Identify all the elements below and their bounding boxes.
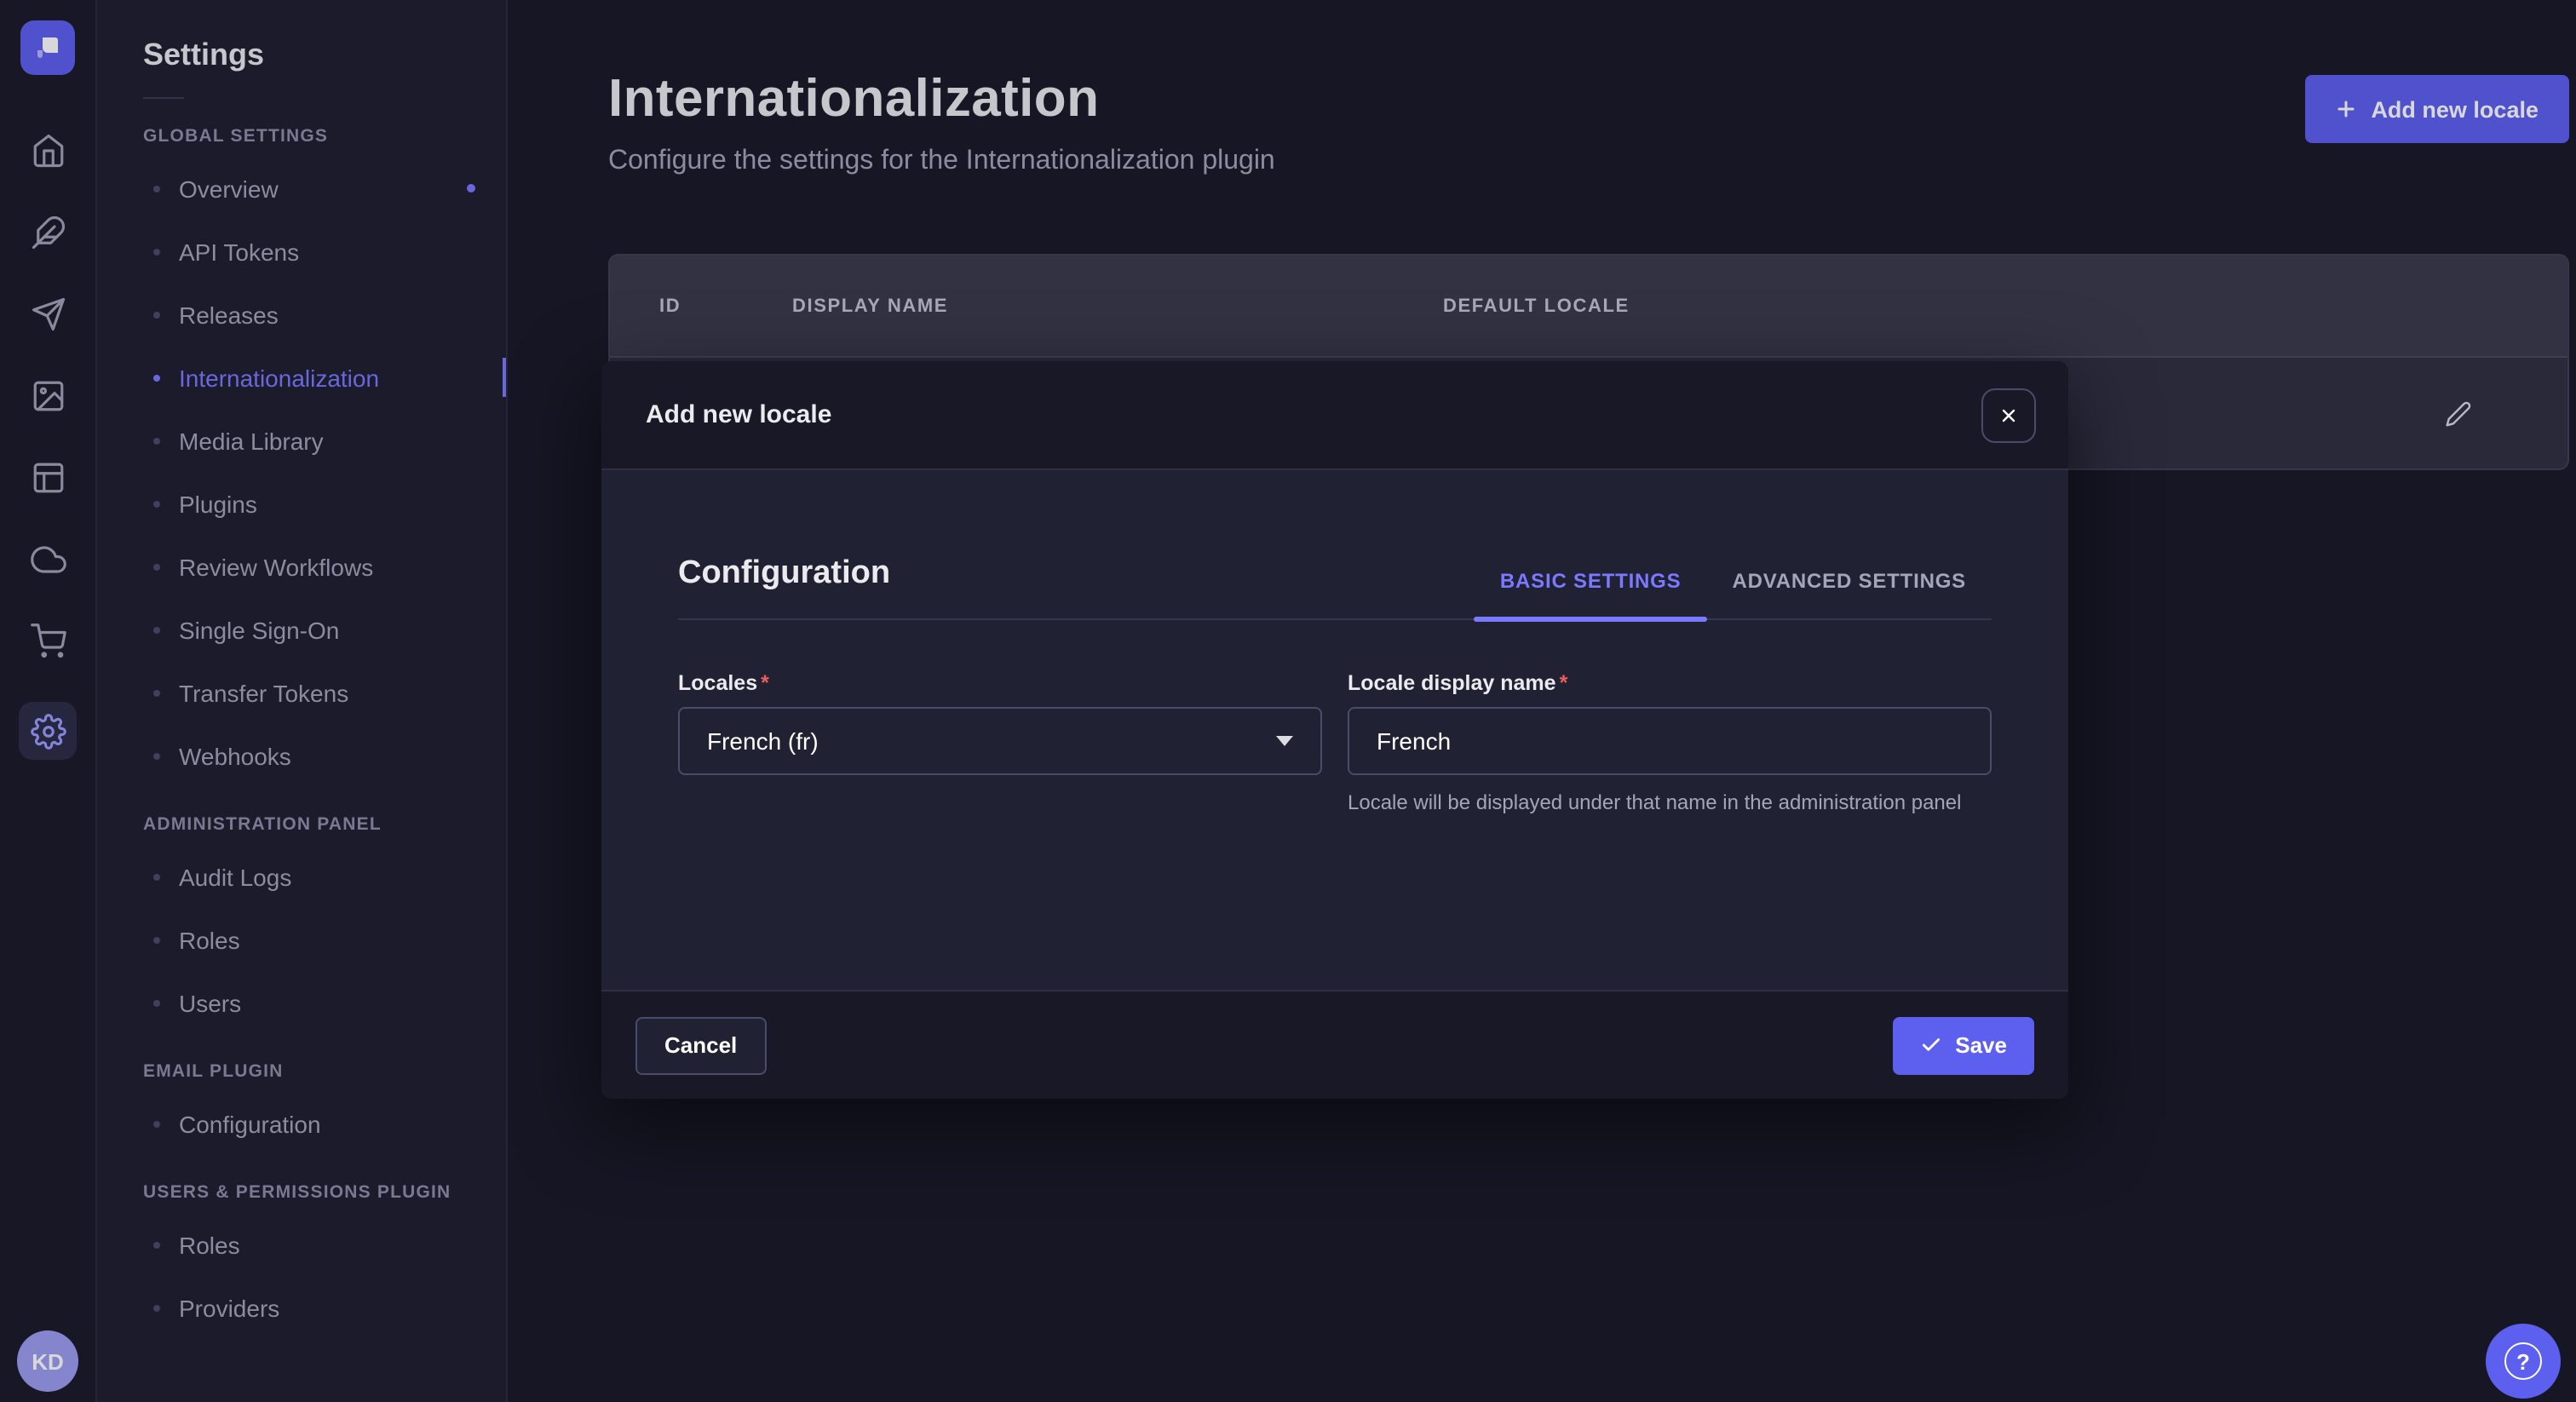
locales-label: Locales* xyxy=(678,671,1322,695)
modal-header: Add new locale xyxy=(601,361,2068,470)
modal-footer: Cancel Save xyxy=(601,990,2068,1099)
locales-field: Locales* French (fr) xyxy=(678,671,1322,819)
locale-form-row: Locales* French (fr) Locale display name… xyxy=(678,671,1992,819)
modal-close-button[interactable] xyxy=(1981,388,2036,442)
locales-select[interactable]: French (fr) xyxy=(678,707,1322,775)
display-name-field: Locale display name* Locale will be disp… xyxy=(1348,671,1992,819)
question-mark-icon: ? xyxy=(2504,1342,2542,1380)
locales-label-text: Locales xyxy=(678,671,757,695)
help-button[interactable]: ? xyxy=(2486,1324,2561,1399)
modal-title: Add new locale xyxy=(646,400,831,429)
display-name-label-text: Locale display name xyxy=(1348,671,1556,695)
tab-basic-settings[interactable]: BASIC SETTINGS xyxy=(1475,569,1707,618)
configuration-header-row: Configuration BASIC SETTINGS ADVANCED SE… xyxy=(678,555,1992,620)
add-locale-modal: Add new locale Configuration BASIC SETTI… xyxy=(601,361,2068,1099)
tab-advanced-settings[interactable]: ADVANCED SETTINGS xyxy=(1706,569,1992,618)
configuration-title: Configuration xyxy=(678,555,890,618)
tab-label: ADVANCED SETTINGS xyxy=(1732,569,1966,593)
required-mark: * xyxy=(1560,671,1568,695)
locales-select-value: French (fr) xyxy=(707,727,819,755)
check-icon xyxy=(1919,1034,1941,1056)
app-window: KD Settings GLOBAL SETTINGS Overview API… xyxy=(0,0,2576,1402)
modal-body: Configuration BASIC SETTINGS ADVANCED SE… xyxy=(601,470,2068,990)
required-mark: * xyxy=(761,671,769,695)
chevron-down-icon xyxy=(1276,736,1293,746)
save-label: Save xyxy=(1955,1032,2007,1058)
modal-tabs: BASIC SETTINGS ADVANCED SETTINGS xyxy=(1475,569,1992,618)
close-icon xyxy=(1998,405,2019,425)
display-name-hint: Locale will be displayed under that name… xyxy=(1348,789,1992,819)
display-name-label: Locale display name* xyxy=(1348,671,1992,695)
tab-label: BASIC SETTINGS xyxy=(1500,569,1682,593)
cancel-button[interactable]: Cancel xyxy=(635,1016,766,1074)
display-name-input[interactable] xyxy=(1348,707,1992,775)
save-button[interactable]: Save xyxy=(1892,1016,2034,1074)
